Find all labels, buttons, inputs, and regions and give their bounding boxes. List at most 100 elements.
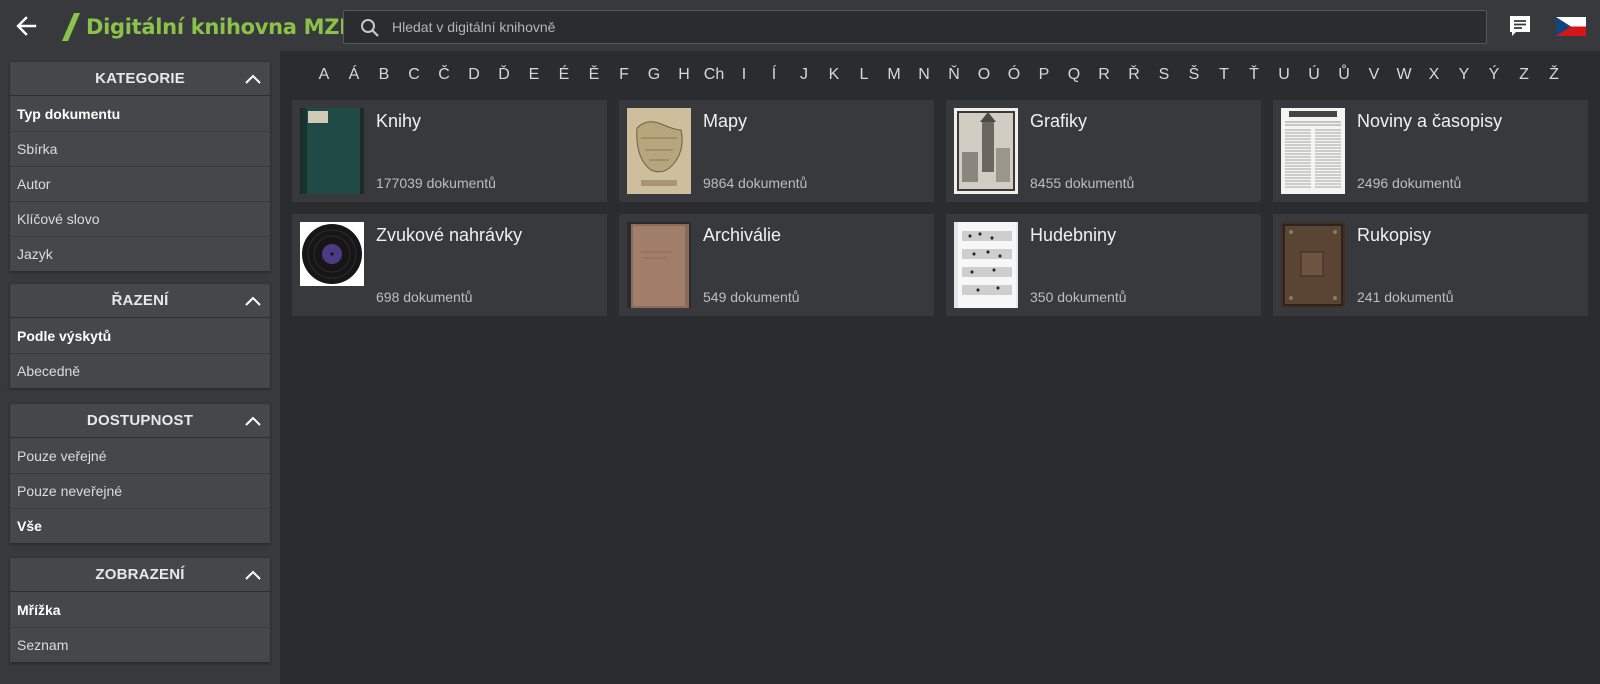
letter-s[interactable]: S <box>1159 66 1170 84</box>
category-item-document-type[interactable]: Typ dokumentu <box>10 96 270 131</box>
search-box[interactable] <box>343 10 1487 44</box>
panel-title: KATEGORIE <box>95 70 185 87</box>
czech-flag-icon[interactable] <box>1556 17 1586 36</box>
letter-d-caron[interactable]: Ď <box>498 66 510 84</box>
newspaper-thumbnail <box>1281 108 1345 194</box>
letter-h[interactable]: H <box>678 66 690 84</box>
letter-a-acute[interactable]: Á <box>349 66 360 84</box>
vinyl-record-thumbnail <box>300 222 364 308</box>
engraving-thumbnail <box>954 108 1018 194</box>
letter-n-caron[interactable]: Ň <box>948 66 960 84</box>
sorting-panel-header[interactable]: ŘAZENÍ <box>10 284 270 318</box>
letter-j[interactable]: J <box>800 66 808 84</box>
view-panel-header[interactable]: ZOBRAZENÍ <box>10 558 270 592</box>
category-item-language[interactable]: Jazyk <box>10 236 270 271</box>
card-title: Hudebniny <box>1030 225 1117 245</box>
sort-item-alphabetical[interactable]: Abecedně <box>10 353 270 388</box>
letter-q[interactable]: Q <box>1068 66 1080 84</box>
letter-d[interactable]: D <box>468 66 480 84</box>
chevron-up-icon[interactable] <box>244 413 262 429</box>
card-title: Knihy <box>376 111 422 131</box>
category-item-collection[interactable]: Sbírka <box>10 131 270 166</box>
card-count: 2496 dokumentů <box>1357 175 1462 191</box>
letter-z[interactable]: Z <box>1519 66 1529 84</box>
letter-b[interactable]: B <box>379 66 390 84</box>
letter-i[interactable]: I <box>742 66 746 84</box>
sorting-panel: ŘAZENÍ Podle výskytů Abecedně <box>10 284 270 388</box>
letter-u-acute[interactable]: Ú <box>1308 66 1320 84</box>
letter-y-acute[interactable]: Ý <box>1489 66 1500 84</box>
letter-y[interactable]: Y <box>1459 66 1470 84</box>
letter-t-caron[interactable]: Ť <box>1249 66 1259 84</box>
letter-t[interactable]: T <box>1219 66 1229 84</box>
panel-title: ZOBRAZENÍ <box>95 566 185 583</box>
card-sound-recordings[interactable]: Zvukové nahrávky 698 dokumentů <box>292 214 607 316</box>
card-newspapers[interactable]: Noviny a časopisy 2496 dokumentů <box>1273 100 1588 202</box>
chevron-up-icon[interactable] <box>244 71 262 87</box>
book-cover-thumbnail <box>300 108 364 194</box>
card-manuscripts[interactable]: Rukopisy 241 dokumentů <box>1273 214 1588 316</box>
letter-f[interactable]: F <box>619 66 629 84</box>
arrow-left-icon[interactable] <box>12 12 40 40</box>
category-item-keyword[interactable]: Klíčové slovo <box>10 201 270 236</box>
letter-e-acute[interactable]: É <box>559 66 570 84</box>
card-count: 8455 dokumentů <box>1030 175 1135 191</box>
library-logo[interactable]: Digitální knihovna MZK <box>60 13 355 41</box>
availability-panel-header[interactable]: DOSTUPNOST <box>10 404 270 438</box>
letter-g[interactable]: G <box>648 66 660 84</box>
card-books[interactable]: Knihy 177039 dokumentů <box>292 100 607 202</box>
archive-folder-thumbnail <box>627 222 691 308</box>
manuscript-thumbnail <box>1281 222 1345 308</box>
letter-i-acute[interactable]: Í <box>772 66 776 84</box>
letter-e[interactable]: E <box>529 66 540 84</box>
card-graphics[interactable]: Grafiky 8455 dokumentů <box>946 100 1261 202</box>
chevron-up-icon[interactable] <box>244 293 262 309</box>
category-item-author[interactable]: Autor <box>10 166 270 201</box>
letter-p[interactable]: P <box>1039 66 1050 84</box>
card-title: Grafiky <box>1030 111 1088 131</box>
card-count: 177039 dokumentů <box>376 175 496 191</box>
letter-x[interactable]: X <box>1429 66 1440 84</box>
letter-w[interactable]: W <box>1396 66 1411 84</box>
letter-a[interactable]: A <box>319 66 330 84</box>
view-item-grid[interactable]: Mřížka <box>10 592 270 627</box>
letter-ch[interactable]: Ch <box>704 66 724 84</box>
chat-icon[interactable] <box>1508 14 1532 38</box>
app-title: Digitální knihovna MZK <box>86 15 356 39</box>
search-input[interactable] <box>392 11 1472 43</box>
letter-r[interactable]: R <box>1098 66 1110 84</box>
card-archives[interactable]: Archiválie 549 dokumentů <box>619 214 934 316</box>
sort-item-by-occurrence[interactable]: Podle výskytů <box>10 318 270 353</box>
letter-m[interactable]: M <box>887 66 900 84</box>
category-panel: KATEGORIE Typ dokumentu Sbírka Autor Klí… <box>10 62 270 271</box>
letter-l[interactable]: L <box>860 66 869 84</box>
letter-o[interactable]: O <box>978 66 990 84</box>
letter-c-caron[interactable]: Č <box>438 66 450 84</box>
letter-u[interactable]: U <box>1278 66 1290 84</box>
chevron-up-icon[interactable] <box>244 567 262 583</box>
letter-s-caron[interactable]: Š <box>1189 66 1200 84</box>
letter-v[interactable]: V <box>1369 66 1380 84</box>
sidebar: KATEGORIE Typ dokumentu Sbírka Autor Klí… <box>0 51 280 684</box>
category-panel-header[interactable]: KATEGORIE <box>10 62 270 96</box>
letter-c[interactable]: C <box>408 66 420 84</box>
logo-slash-icon <box>62 13 80 41</box>
card-title: Mapy <box>703 111 748 131</box>
letter-o-acute[interactable]: Ó <box>1008 66 1020 84</box>
availability-item-private[interactable]: Pouze neveřejné <box>10 473 270 508</box>
top-bar: Digitální knihovna MZK <box>0 0 1600 51</box>
letter-k[interactable]: K <box>829 66 840 84</box>
letter-r-caron[interactable]: Ř <box>1128 66 1140 84</box>
letter-z-caron[interactable]: Ž <box>1549 66 1559 84</box>
card-count: 241 dokumentů <box>1357 289 1454 305</box>
card-count: 549 dokumentů <box>703 289 800 305</box>
availability-panel: DOSTUPNOST Pouze veřejné Pouze neveřejné… <box>10 404 270 543</box>
view-item-list[interactable]: Seznam <box>10 627 270 662</box>
letter-n[interactable]: N <box>918 66 930 84</box>
availability-item-public[interactable]: Pouze veřejné <box>10 438 270 473</box>
card-maps[interactable]: Mapy 9864 dokumentů <box>619 100 934 202</box>
card-sheet-music[interactable]: Hudebniny 350 dokumentů <box>946 214 1261 316</box>
letter-e-caron[interactable]: Ě <box>589 66 600 84</box>
letter-u-ring[interactable]: Ů <box>1338 66 1350 84</box>
availability-item-all[interactable]: Vše <box>10 508 270 543</box>
